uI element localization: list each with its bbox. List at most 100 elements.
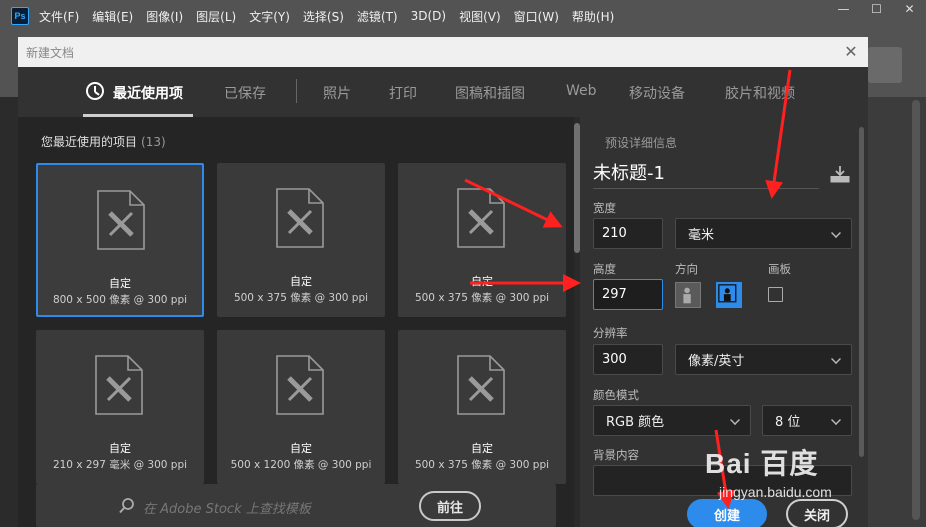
menu-edit[interactable]: 编辑(E) bbox=[92, 8, 133, 25]
width-label: 宽度 bbox=[593, 201, 616, 215]
close-window-icon[interactable]: ✕ bbox=[893, 0, 926, 18]
color-mode-label: 颜色模式 bbox=[593, 388, 639, 402]
color-mode-select[interactable]: RGB 颜色 bbox=[593, 405, 751, 436]
stock-go-button[interactable]: 前往 bbox=[419, 491, 481, 521]
preset-card-size: 500 x 375 像素 @ 300 ppi bbox=[233, 292, 369, 304]
background-select[interactable] bbox=[593, 465, 852, 496]
recent-heading-text: 您最近使用的项目 bbox=[41, 135, 138, 149]
orientation-label: 方向 bbox=[675, 262, 698, 276]
tab-web[interactable]: Web bbox=[566, 83, 597, 99]
new-document-dialog: 新建文档 ✕ 最近使用项 已保存 照片 打印 图稿和插图 Web 移动设备 胶片… bbox=[18, 37, 868, 527]
menu-3d[interactable]: 3D(D) bbox=[411, 9, 446, 23]
landscape-orientation-icon[interactable] bbox=[716, 282, 742, 308]
dialog-titlebar: 新建文档 ✕ bbox=[18, 37, 868, 67]
close-button[interactable]: 关闭 bbox=[786, 499, 848, 527]
tab-print[interactable]: 打印 bbox=[389, 83, 417, 103]
preset-card[interactable]: 自定 500 x 375 像素 @ 300 ppi bbox=[398, 163, 566, 317]
menu-select[interactable]: 选择(S) bbox=[303, 8, 344, 25]
dialog-close-icon[interactable]: ✕ bbox=[842, 42, 860, 61]
preset-card-name: 自定 bbox=[471, 442, 493, 455]
height-input[interactable]: 297 bbox=[593, 279, 663, 310]
preset-card[interactable]: 自定 500 x 375 像素 @ 300 ppi bbox=[217, 163, 385, 317]
preset-card[interactable]: 自定 800 x 500 像素 @ 300 ppi bbox=[36, 163, 204, 317]
resolution-label: 分辨率 bbox=[593, 326, 628, 340]
preset-card[interactable]: 自定 210 x 297 毫米 @ 300 ppi bbox=[36, 330, 204, 484]
artboard-checkbox[interactable] bbox=[768, 287, 783, 302]
chevron-down-icon bbox=[831, 415, 841, 425]
app-panel-button[interactable] bbox=[868, 47, 902, 83]
document-icon bbox=[276, 355, 324, 415]
preset-card-size: 500 x 375 像素 @ 300 ppi bbox=[414, 459, 550, 471]
resolution-input[interactable]: 300 bbox=[593, 344, 663, 375]
color-mode-value: RGB 颜色 bbox=[606, 415, 665, 430]
search-icon bbox=[119, 498, 134, 514]
document-icon bbox=[276, 188, 324, 248]
menu-window[interactable]: 窗口(W) bbox=[514, 8, 559, 25]
document-icon bbox=[97, 190, 145, 250]
document-icon bbox=[457, 355, 505, 415]
app-scrollbar[interactable] bbox=[912, 100, 920, 520]
document-icon bbox=[457, 188, 505, 248]
document-icon bbox=[95, 355, 143, 415]
preset-card-size: 500 x 1200 像素 @ 300 ppi bbox=[230, 459, 372, 471]
preset-scrollbar[interactable] bbox=[859, 127, 864, 457]
resolution-unit-select[interactable]: 像素/英寸 bbox=[675, 344, 852, 375]
photoshop-logo: Ps bbox=[11, 7, 29, 25]
create-button[interactable]: 创建 bbox=[687, 499, 767, 527]
preset-card[interactable]: 自定 500 x 1200 像素 @ 300 ppi bbox=[217, 330, 385, 484]
menu-type[interactable]: 文字(Y) bbox=[249, 8, 290, 25]
width-unit-value: 毫米 bbox=[688, 228, 715, 243]
document-name-input[interactable]: 未标题-1 bbox=[593, 159, 819, 189]
width-unit-select[interactable]: 毫米 bbox=[675, 218, 852, 249]
dialog-title: 新建文档 bbox=[26, 45, 75, 60]
menu-items: 文件(F) 编辑(E) 图像(I) 图层(L) 文字(Y) 选择(S) 滤镜(T… bbox=[39, 0, 627, 32]
chevron-down-icon bbox=[831, 228, 841, 238]
recent-count: (13) bbox=[141, 135, 166, 149]
preset-card-name: 自定 bbox=[109, 442, 131, 455]
tab-art-illustration[interactable]: 图稿和插图 bbox=[455, 83, 525, 103]
stock-search-input[interactable]: 在 Adobe Stock 上查找模板 bbox=[143, 498, 311, 517]
stock-search-bar[interactable]: 在 Adobe Stock 上查找模板 前往 bbox=[36, 484, 556, 527]
menu-layer[interactable]: 图层(L) bbox=[196, 8, 236, 25]
background-label: 背景内容 bbox=[593, 448, 639, 462]
width-input[interactable]: 210 bbox=[593, 218, 663, 249]
tab-separator bbox=[296, 79, 297, 103]
window-controls: — ☐ ✕ bbox=[827, 0, 926, 18]
minimize-icon[interactable]: — bbox=[827, 0, 860, 18]
tab-saved[interactable]: 已保存 bbox=[224, 83, 266, 103]
menu-file[interactable]: 文件(F) bbox=[39, 8, 79, 25]
preset-card-size: 210 x 297 毫米 @ 300 ppi bbox=[52, 459, 188, 471]
resolution-unit-value: 像素/英寸 bbox=[688, 354, 745, 369]
recent-items-pane: 您最近使用的项目 (13) 自定 800 x 500 像素 @ 300 ppi 自… bbox=[18, 117, 576, 527]
preset-card[interactable]: 自定 500 x 375 像素 @ 300 ppi bbox=[398, 330, 566, 484]
tab-photo[interactable]: 照片 bbox=[323, 83, 351, 103]
menu-view[interactable]: 视图(V) bbox=[459, 8, 501, 25]
preset-details-heading: 预设详细信息 bbox=[605, 136, 678, 150]
tab-film-video[interactable]: 胶片和视频 bbox=[725, 83, 795, 103]
preset-card-name: 自定 bbox=[290, 442, 312, 455]
chevron-down-icon bbox=[831, 354, 841, 364]
menu-filter[interactable]: 滤镜(T) bbox=[357, 8, 398, 25]
bit-depth-select[interactable]: 8 位 bbox=[762, 405, 852, 436]
portrait-orientation-icon[interactable] bbox=[675, 282, 701, 308]
menu-help[interactable]: 帮助(H) bbox=[572, 8, 614, 25]
preset-card-name: 自定 bbox=[290, 275, 312, 288]
preset-card-name: 自定 bbox=[109, 277, 131, 290]
preset-details-pane: 预设详细信息 未标题-1 宽度 210 毫米 高度 297 方向 画板 分辨率 … bbox=[580, 117, 868, 527]
tab-mobile[interactable]: 移动设备 bbox=[629, 83, 685, 103]
height-label: 高度 bbox=[593, 262, 616, 276]
chevron-down-icon bbox=[730, 415, 740, 425]
recent-heading: 您最近使用的项目 (13) bbox=[41, 133, 166, 150]
category-tabs: 最近使用项 已保存 照片 打印 图稿和插图 Web 移动设备 胶片和视频 bbox=[18, 67, 868, 117]
clock-icon bbox=[86, 82, 104, 100]
preset-card-size: 800 x 500 像素 @ 300 ppi bbox=[52, 294, 188, 306]
preset-card-size: 500 x 375 像素 @ 300 ppi bbox=[414, 292, 550, 304]
bit-depth-value: 8 位 bbox=[775, 415, 801, 430]
artboard-label: 画板 bbox=[768, 262, 791, 276]
maximize-icon[interactable]: ☐ bbox=[860, 0, 893, 18]
app-menubar: Ps 文件(F) 编辑(E) 图像(I) 图层(L) 文字(Y) 选择(S) 滤… bbox=[0, 0, 926, 32]
preset-card-name: 自定 bbox=[471, 275, 493, 288]
save-preset-icon[interactable] bbox=[830, 165, 850, 183]
menu-image[interactable]: 图像(I) bbox=[146, 8, 183, 25]
tab-recent[interactable]: 最近使用项 bbox=[113, 83, 183, 103]
